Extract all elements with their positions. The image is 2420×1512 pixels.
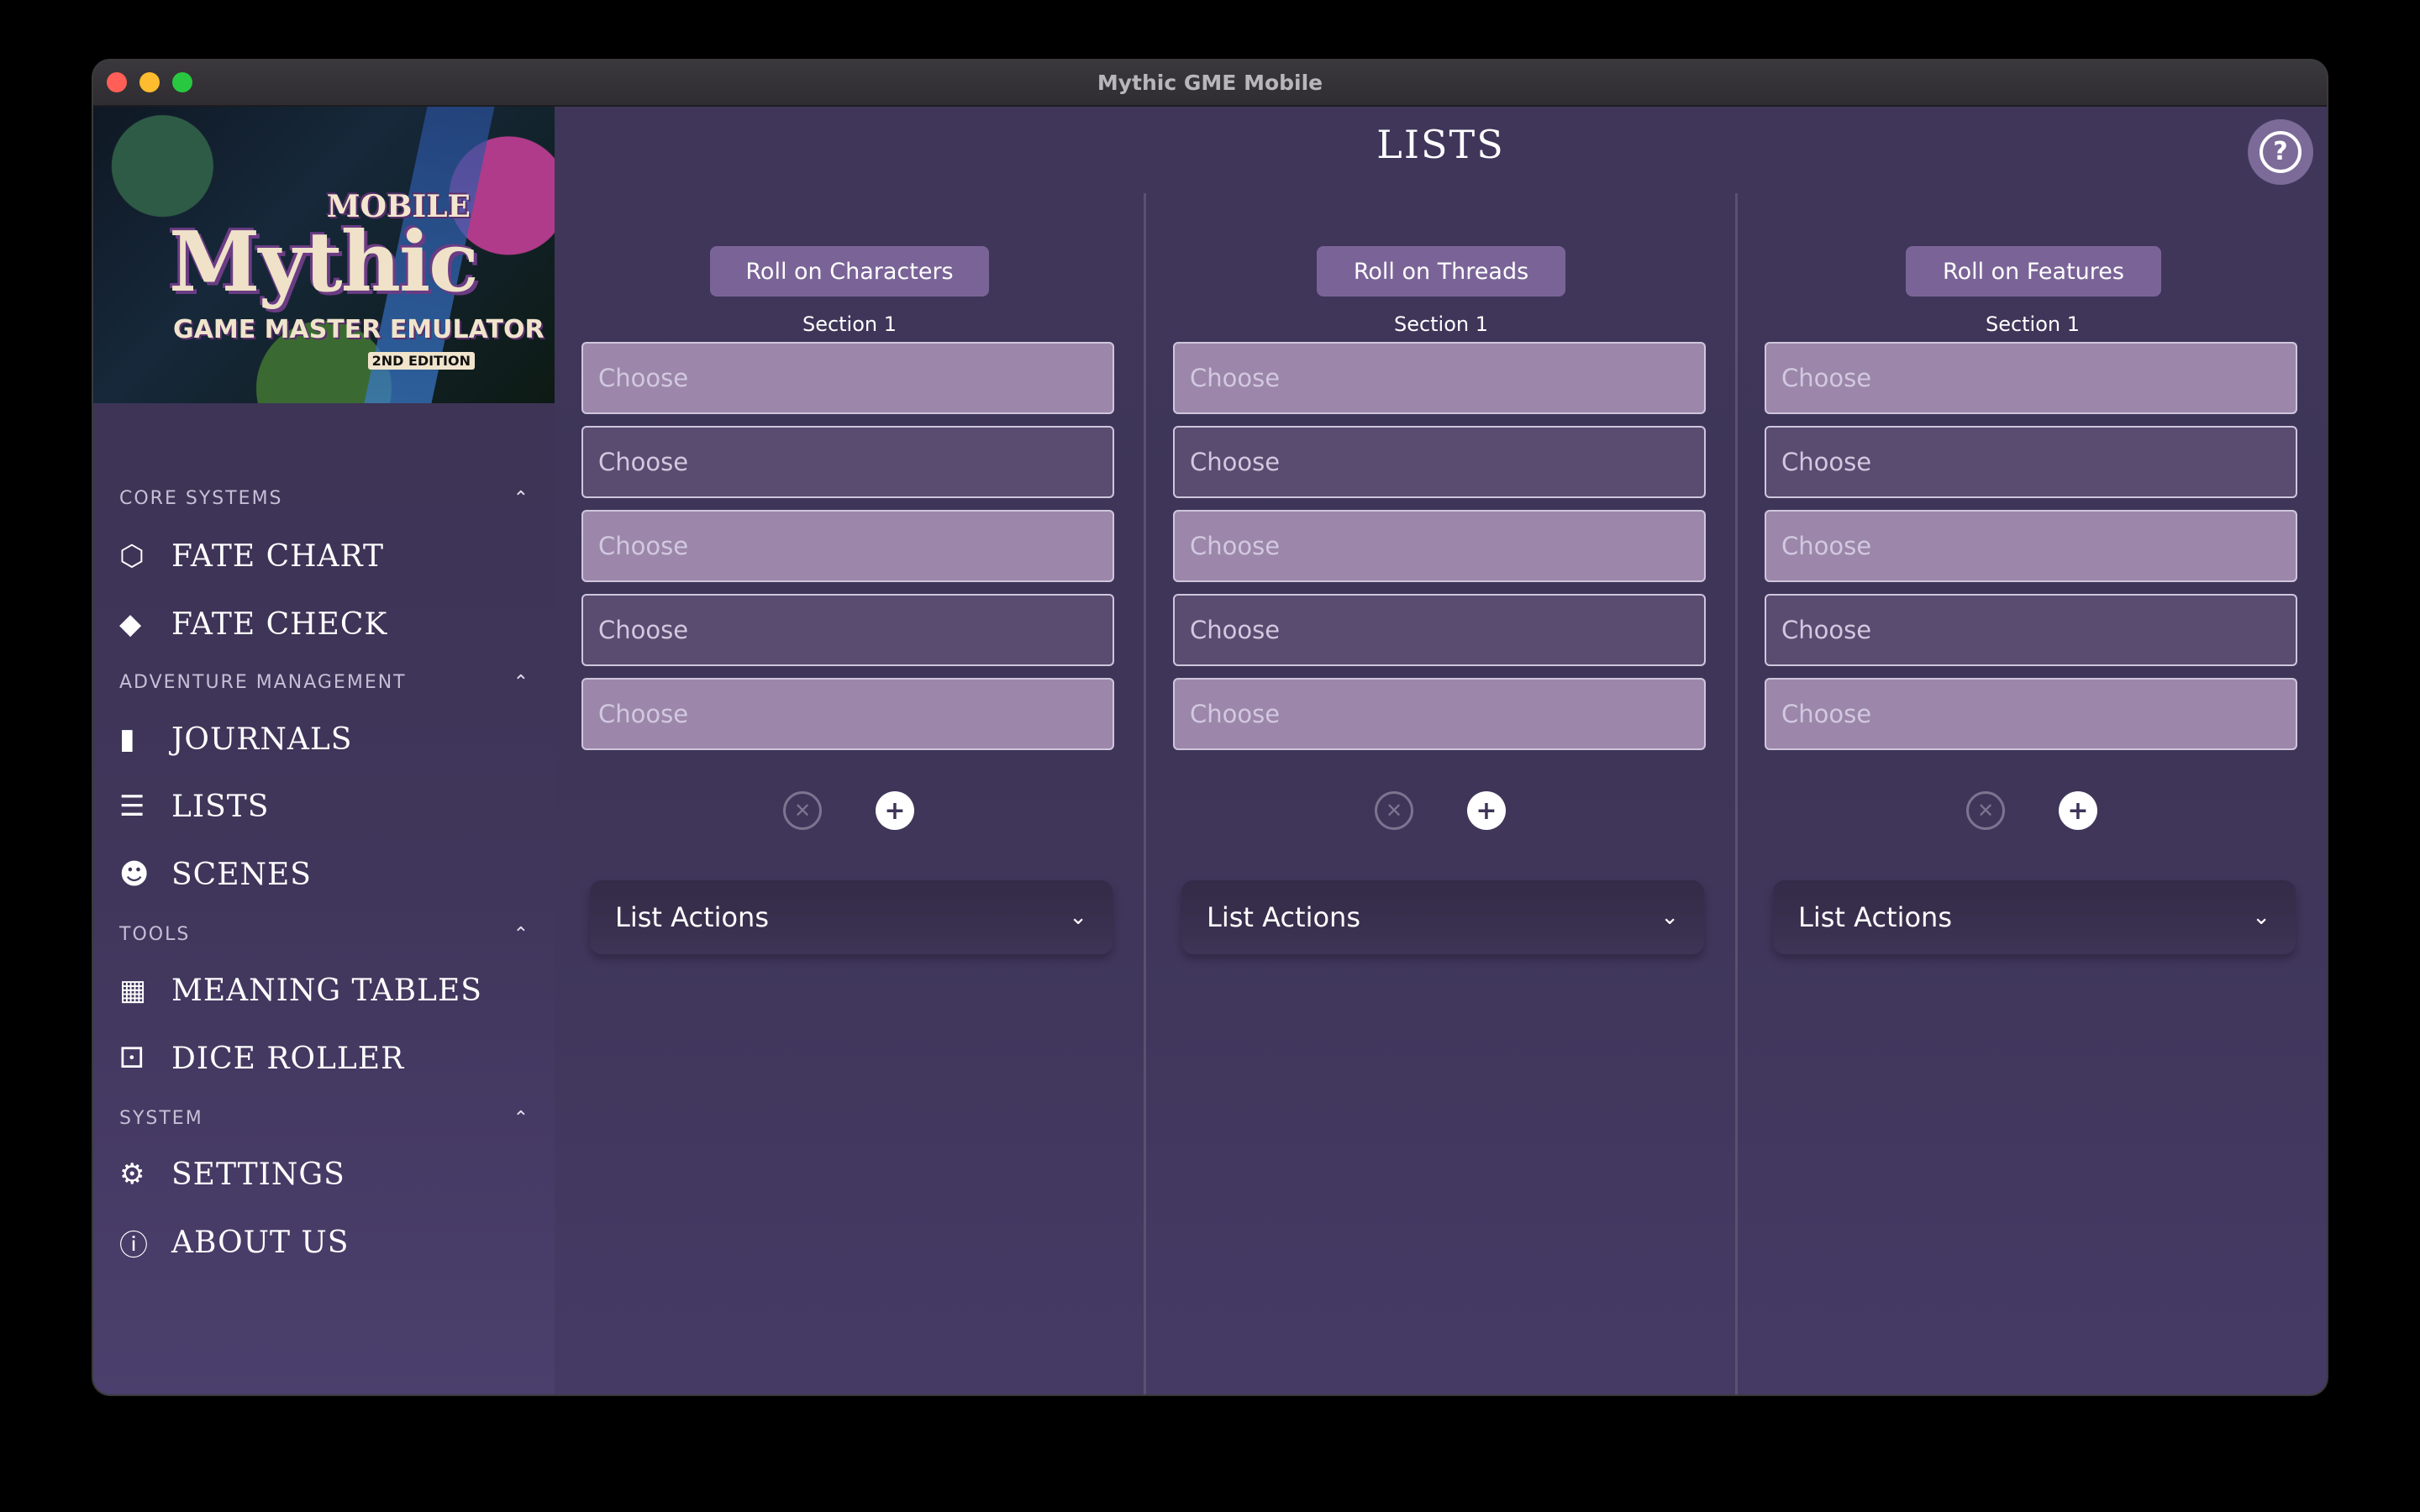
chevron-down-icon: ⌄ bbox=[1660, 905, 1679, 930]
sidebar-item-about-us[interactable]: ⓘ ABOUT US bbox=[119, 1217, 529, 1268]
list-entry-input[interactable]: Choose bbox=[1173, 426, 1706, 498]
add-entry-button[interactable]: + bbox=[876, 791, 914, 830]
title-bar: Mythic GME Mobile bbox=[93, 60, 2327, 107]
page-title: LISTS bbox=[1376, 122, 1505, 167]
question-icon: ? bbox=[2260, 131, 2302, 173]
list-entry-input[interactable]: Choose bbox=[581, 678, 1114, 750]
sidebar-item-fate-check[interactable]: ◆ FATE CHECK bbox=[119, 599, 529, 649]
section-header-system[interactable]: SYSTEM ⌃ bbox=[119, 1108, 529, 1129]
d10-icon: ◆ bbox=[119, 607, 143, 641]
list-actions-dropdown[interactable]: List Actions ⌄ bbox=[1773, 880, 2296, 954]
list-entry-input[interactable]: Choose bbox=[581, 426, 1114, 498]
remove-entry-button[interactable]: ✕ bbox=[1966, 791, 2005, 830]
column-divider bbox=[1735, 193, 1738, 1394]
gear-icon: ⚙ bbox=[119, 1158, 146, 1191]
masks-icon: ☻ bbox=[119, 858, 150, 891]
add-entry-button[interactable]: + bbox=[2059, 791, 2097, 830]
dice-icon: ⚀ bbox=[119, 1042, 145, 1075]
list-entry-input[interactable]: Choose bbox=[1765, 426, 2297, 498]
column-divider bbox=[1144, 193, 1146, 1394]
info-icon: ⓘ bbox=[119, 1228, 149, 1263]
sidebar-item-journals[interactable]: ▮ JOURNALS bbox=[119, 714, 529, 764]
list-entry-input[interactable]: Choose bbox=[1173, 510, 1706, 582]
list-actions-dropdown[interactable]: List Actions ⌄ bbox=[1181, 880, 1704, 954]
section-header-adventure-management[interactable]: ADVENTURE MANAGEMENT ⌃ bbox=[119, 672, 529, 693]
list-entry-input[interactable]: Choose bbox=[581, 594, 1114, 666]
sidebar-item-fate-chart[interactable]: ⬡ FATE CHART bbox=[119, 531, 529, 581]
roll-on-features-button[interactable]: Roll on Features bbox=[1906, 246, 2161, 297]
chevron-down-icon: ⌄ bbox=[2252, 905, 2270, 930]
sidebar-item-scenes[interactable]: ☻ SCENES bbox=[119, 849, 529, 900]
sidebar-item-meaning-tables[interactable]: ▦ MEANING TABLES bbox=[119, 965, 529, 1016]
list-entry-input[interactable]: Choose bbox=[1765, 342, 2297, 414]
main-content: LISTS ? Roll on Characters Section 1 Cho… bbox=[555, 107, 2327, 1394]
remove-entry-button[interactable]: ✕ bbox=[783, 791, 822, 830]
sidebar-item-dice-roller[interactable]: ⚀ DICE ROLLER bbox=[119, 1033, 529, 1084]
mythic-logo: MOBILE Mythic GAME MASTER EMULATOR 2ND E… bbox=[93, 107, 555, 403]
section-label: Section 1 bbox=[802, 312, 897, 336]
d20-icon: ⬡ bbox=[119, 539, 145, 573]
list-entry-input[interactable]: Choose bbox=[1765, 678, 2297, 750]
section-header-core-systems[interactable]: CORE SYSTEMS ⌃ bbox=[119, 488, 529, 509]
section-label: Section 1 bbox=[1393, 312, 1489, 336]
chevron-up-icon: ⌃ bbox=[513, 924, 529, 945]
chevron-up-icon: ⌃ bbox=[513, 488, 529, 509]
roll-on-threads-button[interactable]: Roll on Threads bbox=[1317, 246, 1565, 297]
window-title: Mythic GME Mobile bbox=[1097, 71, 1323, 95]
sidebar-item-settings[interactable]: ⚙ SETTINGS bbox=[119, 1149, 529, 1200]
list-entry-input[interactable]: Choose bbox=[1173, 342, 1706, 414]
chevron-up-icon: ⌃ bbox=[513, 672, 529, 693]
list-icon: ☰ bbox=[119, 790, 146, 823]
list-entry-input[interactable]: Choose bbox=[581, 510, 1114, 582]
list-entry-input[interactable]: Choose bbox=[1173, 594, 1706, 666]
list-entry-input[interactable]: Choose bbox=[1173, 678, 1706, 750]
chevron-up-icon: ⌃ bbox=[513, 1108, 529, 1129]
section-header-tools[interactable]: TOOLS ⌃ bbox=[119, 924, 529, 945]
list-entry-input[interactable]: Choose bbox=[581, 342, 1114, 414]
sidebar-item-lists[interactable]: ☰ LISTS bbox=[119, 781, 529, 832]
sidebar: MOBILE Mythic GAME MASTER EMULATOR 2ND E… bbox=[93, 107, 555, 1394]
remove-entry-button[interactable]: ✕ bbox=[1375, 791, 1413, 830]
app-window: Mythic GME Mobile MOBILE Mythic GAME MAS… bbox=[93, 60, 2327, 1394]
list-actions-dropdown[interactable]: List Actions ⌄ bbox=[590, 880, 1113, 954]
chevron-down-icon: ⌄ bbox=[1069, 905, 1087, 930]
section-label: Section 1 bbox=[1985, 312, 2081, 336]
roll-on-characters-button[interactable]: Roll on Characters bbox=[710, 246, 989, 297]
list-entry-input[interactable]: Choose bbox=[1765, 510, 2297, 582]
book-icon: ▮ bbox=[119, 722, 136, 756]
add-entry-button[interactable]: + bbox=[1467, 791, 1506, 830]
table-icon: ▦ bbox=[119, 974, 148, 1007]
help-button[interactable]: ? bbox=[2248, 119, 2313, 185]
list-entry-input[interactable]: Choose bbox=[1765, 594, 2297, 666]
